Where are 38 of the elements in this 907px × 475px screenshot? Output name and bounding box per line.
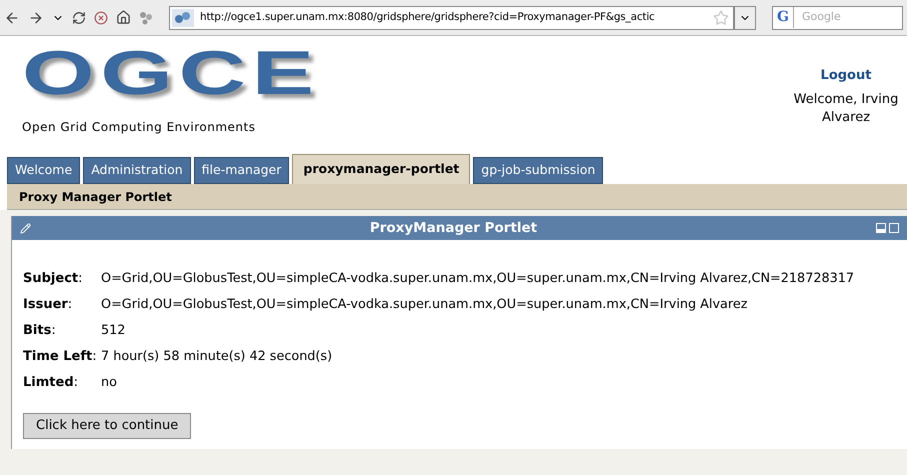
tab[interactable]: file-manager	[194, 157, 290, 184]
portlet-title: ProxyManager Portlet	[368, 218, 538, 238]
reload-icon[interactable]	[72, 10, 86, 24]
site-icon	[172, 8, 194, 26]
field-label: Limted:	[23, 374, 80, 392]
logout-link[interactable]: Logout	[820, 66, 872, 86]
tagline: Open Grid Computing Environments	[22, 119, 256, 136]
maximize-icon[interactable]	[889, 223, 899, 233]
home-icon[interactable]	[116, 10, 131, 25]
logo: OGCE	[22, 44, 321, 104]
breadcrumb-text: Proxy Manager Portlet	[19, 188, 172, 206]
welcome-text: Welcome, Irving Alvarez	[792, 90, 900, 126]
forward-icon[interactable]	[28, 10, 44, 26]
tab[interactable]: Administration	[83, 157, 191, 184]
field-value: no	[101, 374, 117, 392]
url-text: http://ogce1.super.unam.mx:8080/gridsphere/gridsphere?cid=Proxymanager-PF&gs_actic	[200, 10, 656, 25]
field-value: 512	[101, 322, 126, 340]
continue-button[interactable]: Click here to continue	[23, 413, 192, 439]
nodes-icon[interactable]	[139, 10, 153, 24]
field-label: Subject:	[23, 270, 84, 288]
stop-icon[interactable]	[94, 10, 108, 24]
minimize-icon[interactable]	[876, 223, 886, 233]
tab[interactable]: Welcome	[7, 157, 80, 184]
address-bar[interactable]: http://ogce1.super.unam.mx:8080/gridsphere/gridsphere?cid=Proxymanager-PF&gs_actic	[169, 6, 734, 30]
field-label: Issuer:	[23, 296, 74, 314]
edit-icon[interactable]	[20, 222, 31, 234]
field-value: O=Grid,OU=GlobusTest,OU=simpleCA-vodka.super.unam.mx,OU=super.unam.mx,CN=Irving Alvarez,CN=218728317	[101, 270, 854, 288]
back-icon[interactable]	[4, 10, 20, 26]
history-dropdown[interactable]	[734, 6, 756, 30]
field-value: 7 hour(s) 58 minute(s) 42 second(s)	[101, 348, 332, 366]
tab[interactable]: proxymanager-portlet	[292, 154, 470, 184]
field-label: Bits:	[23, 322, 57, 340]
bookmark-star-icon[interactable]	[713, 10, 729, 26]
field-label: Time Left:	[23, 348, 98, 366]
search-field[interactable]: G Google	[772, 6, 903, 30]
tab[interactable]: gp-job-submission	[473, 157, 604, 184]
field-value: O=Grid,OU=GlobusTest,OU=simpleCA-vodka.super.unam.mx,OU=super.unam.mx,CN=Irving Alvarez	[101, 296, 748, 314]
search-placeholder: Google	[802, 9, 841, 26]
